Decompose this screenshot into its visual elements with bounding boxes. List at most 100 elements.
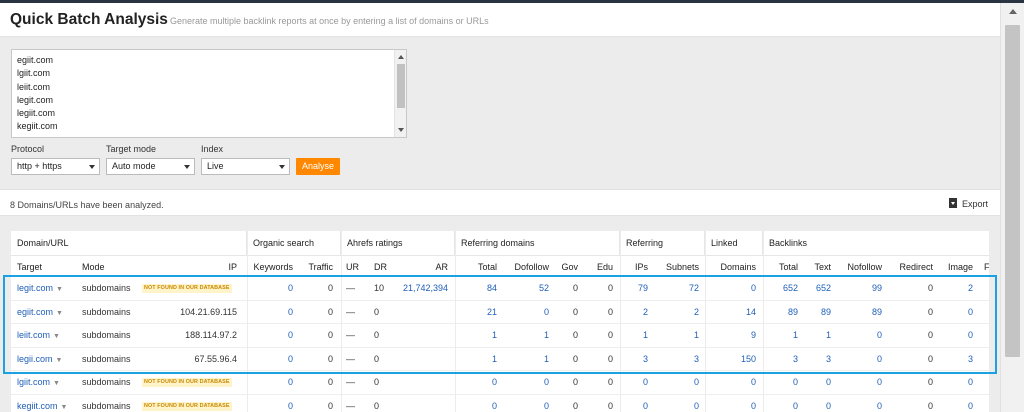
cell-ips[interactable]: 0 <box>623 395 648 412</box>
cell-ips[interactable]: 0 <box>623 371 648 394</box>
cell-gov: 0 <box>556 371 578 394</box>
cell-value: 0 <box>543 377 549 387</box>
index-value: Live <box>207 161 224 171</box>
cell-linked[interactable]: 0 <box>708 395 756 412</box>
table-header-row: Target Mode IP Keywords Traffic UR DR AR Total Do… <box>11 255 989 277</box>
cell-value: 0 <box>927 400 933 411</box>
cell-traffic: 0 <box>297 395 333 412</box>
group-referring-domains: Referring domains <box>455 231 620 255</box>
chevron-down-icon[interactable]: ▼ <box>53 380 60 387</box>
info-icon[interactable]: i <box>156 12 158 21</box>
textarea-scrollbar[interactable] <box>394 50 406 137</box>
scroll-up-icon[interactable] <box>1009 9 1017 14</box>
domains-textarea[interactable]: egiit.com lgiit.com leiit.com legit.com … <box>11 49 407 140</box>
cell-target[interactable]: lgiit.com ▼ <box>17 371 77 394</box>
cell-dr: 0 <box>374 371 386 394</box>
cell-bl-total[interactable]: 0 <box>768 395 798 412</box>
target-mode-select[interactable]: Auto mode <box>106 158 195 175</box>
cell-value: lgiit.com <box>17 377 51 387</box>
textarea-line: legit.com <box>17 94 54 105</box>
cell-value: 0 <box>693 377 699 387</box>
textarea-line: ... <box>17 134 25 140</box>
cell-value: 0 <box>792 377 798 387</box>
export-icon[interactable] <box>949 198 957 208</box>
cell-value: subdomains <box>82 400 131 411</box>
cell-rd-total[interactable]: 0 <box>463 395 497 412</box>
cell-dr: 0 <box>374 395 386 412</box>
cell-value: 0 <box>693 400 699 411</box>
target-mode-label: Target mode <box>106 144 157 154</box>
scroll-down-icon[interactable] <box>398 128 404 132</box>
cell-image[interactable]: 0 <box>941 371 973 394</box>
cell-nofollow[interactable]: 0 <box>839 395 882 412</box>
cell-subnets[interactable]: 0 <box>657 371 699 394</box>
group-domain-url: Domain/URL <box>11 231 247 255</box>
chevron-down-icon <box>279 165 285 169</box>
textarea-line: egiit.com <box>17 55 54 65</box>
cell-linked[interactable]: 0 <box>708 371 756 394</box>
page-scrollbar[interactable] <box>1000 3 1024 412</box>
cell-text[interactable]: 0 <box>806 395 831 412</box>
cell-ur: — <box>346 395 360 412</box>
group-backlinks: Backlinks <box>769 238 808 248</box>
textarea-line: leiit.com <box>17 81 51 92</box>
cell-value: 0 <box>572 400 578 411</box>
protocol-select[interactable]: http + https <box>11 158 100 175</box>
cell-value: 0 <box>491 400 497 411</box>
status-bar: 8 Domains/URLs have been analyzed. Expor… <box>0 189 1000 216</box>
cell-redirect: 0 <box>891 395 933 412</box>
cell-dofollow[interactable]: 0 <box>506 395 549 412</box>
analyse-button[interactable]: Analyse <box>296 158 340 175</box>
group-ahrefs-ratings: Ahrefs ratings <box>341 231 455 255</box>
textarea-line: legiit.com <box>17 108 56 119</box>
cell-target[interactable]: kegiit.com ▼ <box>17 395 77 412</box>
scroll-thumb[interactable] <box>397 64 405 108</box>
cell-value: 0 <box>607 377 613 387</box>
target-mode-value: Auto mode <box>112 161 156 171</box>
page-subtitle: Generate multiple backlink reports at on… <box>170 16 489 26</box>
cell-dofollow[interactable]: 0 <box>506 371 549 394</box>
cell-value: 0 <box>967 400 973 411</box>
cell-value: 0 <box>642 377 648 387</box>
index-select[interactable]: Live <box>201 158 290 175</box>
cell-ar[interactable] <box>391 395 448 412</box>
cell-subnets[interactable]: 0 <box>657 395 699 412</box>
cell-rd-total[interactable]: 0 <box>463 371 497 394</box>
group-linked: Linked <box>705 231 763 255</box>
cell-value: kegiit.com <box>17 400 58 411</box>
cell-bl-total[interactable]: 0 <box>768 371 798 394</box>
textarea-line: lgiit.com <box>17 68 51 79</box>
not-found-badge: NOT FOUND IN OUR DATABASE <box>142 378 232 387</box>
cell-value: — <box>346 400 355 411</box>
cell-text[interactable]: 0 <box>806 371 831 394</box>
cell-nofollow[interactable]: 0 <box>839 371 882 394</box>
cell-value: 0 <box>750 377 756 387</box>
cell-ar[interactable] <box>391 371 448 394</box>
cell-value: — <box>346 377 355 387</box>
export-button[interactable]: Export <box>962 199 988 209</box>
cell-keywords[interactable]: 0 <box>247 395 293 412</box>
cell-value: 0 <box>374 400 380 411</box>
page: Quick Batch Analysis i Generate multiple… <box>0 3 1000 412</box>
cell-value: 0 <box>572 377 578 387</box>
cell-image[interactable]: 0 <box>941 395 973 412</box>
textarea-lines: egiit.com lgiit.com leiit.com legit.com … <box>17 54 58 140</box>
cell-value: 0 <box>825 377 831 387</box>
page-scroll-thumb[interactable] <box>1005 25 1020 357</box>
cell-value: 0 <box>327 377 333 387</box>
cell-value: 0 <box>750 400 756 411</box>
scroll-up-icon[interactable] <box>398 55 404 59</box>
cell-ur: — <box>346 371 360 394</box>
cell-gov: 0 <box>556 395 578 412</box>
cell-value: 0 <box>967 377 973 387</box>
table-row: lgiit.com ▼ subdomains NOT FOUND IN OUR DAT… <box>11 371 989 395</box>
page-title: Quick Batch Analysis <box>10 11 168 28</box>
cell-value: 0 <box>327 400 333 411</box>
protocol-label: Protocol <box>11 144 45 154</box>
cell-edu: 0 <box>587 395 613 412</box>
cell-value: 0 <box>792 400 798 411</box>
cell-value: 0 <box>927 377 933 387</box>
cell-keywords[interactable]: 0 <box>247 371 293 394</box>
selection-highlight <box>3 275 997 374</box>
chevron-down-icon[interactable]: ▼ <box>61 404 68 411</box>
